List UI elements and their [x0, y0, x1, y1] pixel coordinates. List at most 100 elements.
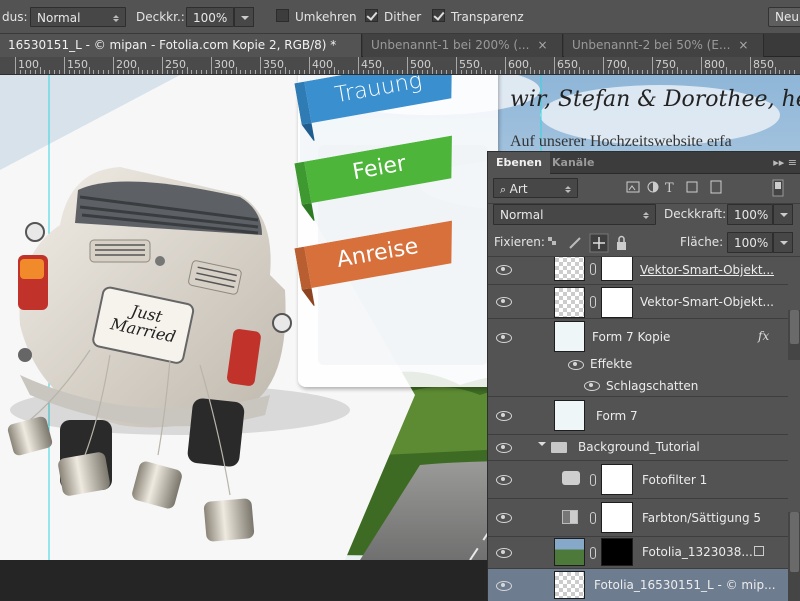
horizontal-ruler[interactable]: 100 150 200 250 300 350 400 450 500 550 600 650 700 7…	[0, 57, 800, 75]
ruler-minor-tick	[509, 70, 511, 74]
document-tab-active[interactable]: 16530151_L - © mipan - Fotolia.com Kopie…	[0, 34, 362, 57]
ruler-minor-tick	[431, 67, 433, 74]
ruler-major-tick	[162, 57, 163, 74]
link-icon	[590, 474, 596, 486]
eye-icon[interactable]	[496, 297, 512, 307]
group-row[interactable]: Background_Tutorial	[488, 435, 788, 461]
ruler-minor-tick	[451, 70, 453, 74]
ruler-minor-tick	[328, 70, 330, 74]
mode-dropdown[interactable]: Normal	[30, 7, 126, 27]
effect-row[interactable]: Schlagschatten	[488, 375, 788, 397]
layer-row[interactable]: Fotofilter 1	[488, 461, 788, 499]
ruler-minor-tick	[215, 70, 217, 74]
panel-menu-icon[interactable]: ▸▸ ≡	[773, 156, 797, 169]
filter-toggle-icon[interactable]	[772, 179, 784, 197]
close-icon[interactable]: ×	[738, 38, 748, 52]
ruler-major-tick	[260, 57, 261, 74]
eye-icon[interactable]	[496, 475, 512, 485]
layers-scrollbar-top[interactable]	[788, 310, 800, 360]
ruler-label: 300	[214, 58, 235, 71]
ruler-minor-tick	[578, 67, 580, 74]
reverse-label: Umkehren	[295, 10, 357, 24]
ruler-minor-tick	[514, 70, 516, 74]
eye-icon[interactable]	[584, 381, 600, 391]
layer-row[interactable]: Form 7 Kopie fx	[488, 319, 788, 355]
new-button[interactable]: Neu	[768, 7, 800, 27]
lock-position-icon[interactable]	[589, 233, 609, 253]
opacity-input[interactable]: 100%	[186, 7, 234, 27]
layer-opacity-input[interactable]: 100%	[727, 204, 773, 225]
lock-pixels-icon[interactable]	[569, 237, 581, 249]
tab-kanaele[interactable]: Kanäle	[544, 152, 602, 174]
panel-tab-bar: Ebenen Kanäle ▸▸ ≡	[488, 152, 800, 174]
ruler-major-tick	[113, 57, 114, 74]
reverse-checkbox[interactable]	[276, 9, 289, 22]
eye-icon[interactable]	[496, 411, 512, 421]
document-tab[interactable]: Unbenannt-2 bei 50% (E... ×	[564, 34, 764, 57]
link-icon	[590, 263, 596, 275]
layer-row[interactable]: Vektor-Smart-Objekt...	[488, 285, 788, 319]
ruler-minor-tick	[436, 70, 438, 74]
fx-icon[interactable]: fx	[758, 329, 769, 343]
image-filter-icon[interactable]	[626, 181, 640, 193]
eye-icon[interactable]	[496, 513, 512, 523]
lock-all-icon[interactable]	[617, 235, 626, 251]
eye-icon[interactable]	[496, 581, 512, 591]
ruler-minor-tick	[715, 70, 717, 74]
ruler-minor-tick	[88, 67, 90, 74]
ruler-label: 750	[655, 58, 676, 71]
eye-icon[interactable]	[496, 265, 512, 275]
ruler-minor-tick	[49, 70, 51, 74]
mode-label: dus:	[2, 10, 28, 24]
dither-checkbox[interactable]	[365, 9, 378, 22]
smart-object-badge-icon	[754, 546, 764, 556]
opacity-dropdown-button[interactable]	[234, 7, 254, 27]
eye-icon[interactable]	[496, 548, 512, 558]
adjustment-filter-icon[interactable]	[647, 181, 659, 193]
layer-name: Form 7 Kopie	[592, 330, 671, 344]
document-tab[interactable]: Unbenannt-1 bei 200% (... ×	[363, 34, 563, 57]
lock-transparency-icon[interactable]	[548, 237, 556, 245]
transparency-checkbox[interactable]	[432, 9, 445, 22]
ruler-minor-tick	[617, 70, 619, 74]
ruler-minor-tick	[181, 70, 183, 74]
shape-filter-icon[interactable]	[686, 181, 698, 193]
layer-opacity-dropdown[interactable]	[773, 204, 793, 225]
ruler-minor-tick	[402, 70, 404, 74]
layer-row-selected[interactable]: Fotolia_16530151_L - © mip...	[488, 569, 788, 601]
ruler-minor-tick	[147, 70, 149, 74]
smart-object-filter-icon[interactable]	[710, 180, 722, 194]
eye-icon[interactable]	[496, 333, 512, 343]
ruler-minor-tick	[627, 67, 629, 74]
effects-row[interactable]: Effekte	[488, 355, 788, 375]
scrollbar-thumb[interactable]	[790, 512, 799, 572]
scrollbar-thumb[interactable]	[790, 310, 799, 344]
ruler-minor-tick	[255, 70, 257, 74]
layer-row[interactable]: Farbton/Sättigung 5	[488, 499, 788, 537]
layer-row[interactable]: Vektor-Smart-Objekt...	[488, 257, 788, 285]
fill-dropdown[interactable]	[773, 232, 793, 253]
layers-scrollbar[interactable]	[788, 512, 800, 601]
text-filter-icon[interactable]: T	[665, 181, 674, 196]
blend-mode-dropdown[interactable]: Normal	[493, 204, 656, 225]
document-tab-label: 16530151_L - © mipan - Fotolia.com Kopie…	[8, 38, 337, 52]
tab-ebenen[interactable]: Ebenen	[488, 152, 550, 174]
ribbon-trauung[interactable]: Trauung	[294, 75, 461, 143]
ruler-minor-tick	[34, 70, 36, 74]
eye-icon[interactable]	[568, 360, 584, 370]
ruler-minor-tick	[122, 70, 124, 74]
layer-row[interactable]: Form 7	[488, 397, 788, 435]
layer-row[interactable]: Fotolia_1323038...	[488, 537, 788, 569]
ruler-minor-tick	[103, 70, 105, 74]
close-icon[interactable]: ×	[537, 38, 547, 52]
ruler-minor-tick	[206, 70, 208, 74]
ruler-label: 700	[606, 58, 627, 71]
fill-input[interactable]: 100%	[727, 232, 773, 253]
eye-icon[interactable]	[496, 443, 512, 453]
ruler-label: 850	[753, 58, 774, 71]
expand-arrow-icon[interactable]	[538, 442, 546, 450]
shape-thumbnail	[554, 400, 585, 431]
ruler-minor-tick	[563, 70, 565, 74]
filter-type-dropdown[interactable]: ⌕ Art	[493, 178, 578, 198]
blend-mode-value: Normal	[500, 208, 544, 222]
